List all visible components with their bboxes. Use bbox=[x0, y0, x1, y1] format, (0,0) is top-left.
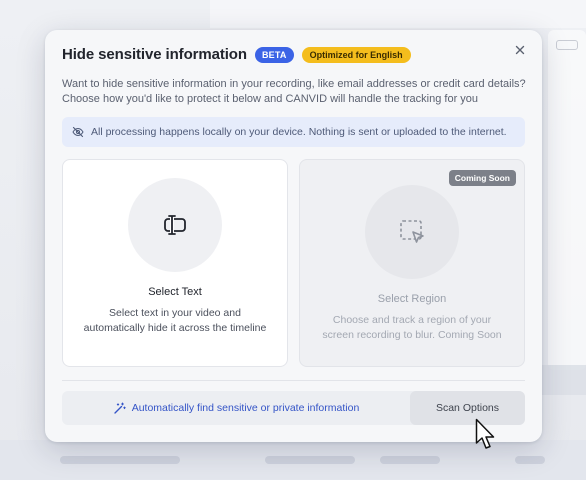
text-cursor-icon bbox=[164, 215, 186, 235]
select-text-option[interactable]: Select Text Select text in your video an… bbox=[62, 159, 288, 367]
background-timeline-track bbox=[265, 456, 355, 464]
coming-soon-badge: Coming Soon bbox=[448, 170, 516, 186]
description-line: Choose how you'd like to protect it belo… bbox=[62, 93, 479, 105]
background-mini-control bbox=[556, 40, 578, 50]
footer-bar: Automatically find sensitive or private … bbox=[62, 391, 525, 425]
close-icon bbox=[515, 45, 525, 55]
option-title: Select Text bbox=[148, 286, 202, 298]
privacy-notice: All processing happens locally on your d… bbox=[62, 117, 525, 147]
hide-sensitive-info-dialog: Hide sensitive information BETA Optimize… bbox=[45, 30, 542, 442]
option-icon-circle bbox=[365, 185, 459, 279]
privacy-notice-text: All processing happens locally on your d… bbox=[91, 126, 507, 138]
scan-options-button[interactable]: Scan Options bbox=[410, 391, 525, 425]
background-timeline-track bbox=[60, 456, 180, 464]
background-panel bbox=[548, 30, 586, 370]
region-select-icon bbox=[400, 220, 424, 243]
auto-find-label: Automatically find sensitive or private … bbox=[131, 402, 360, 414]
mouse-pointer-icon bbox=[475, 418, 495, 449]
background-toolbar bbox=[210, 0, 586, 28]
background-timeline-track bbox=[380, 456, 440, 464]
option-description: Choose and track a region of your screen… bbox=[322, 314, 502, 341]
description-line: Want to hide sensitive information in yo… bbox=[62, 78, 526, 90]
option-title: Select Region bbox=[377, 293, 447, 305]
background-timeline-track bbox=[515, 456, 545, 464]
optimized-badge: Optimized for English bbox=[301, 46, 411, 63]
option-description: Select text in your video and automatica… bbox=[83, 307, 267, 334]
background-side-strip bbox=[542, 365, 586, 395]
beta-badge: BETA bbox=[254, 46, 294, 63]
close-button[interactable] bbox=[510, 40, 530, 60]
magic-wand-icon bbox=[113, 402, 126, 414]
auto-find-sensitive-button[interactable]: Automatically find sensitive or private … bbox=[62, 391, 410, 425]
option-icon-circle bbox=[128, 178, 222, 272]
dialog-header: Hide sensitive information BETA Optimize… bbox=[62, 46, 411, 63]
dialog-title: Hide sensitive information bbox=[62, 46, 247, 63]
select-region-option: Coming Soon Select Region Choose and tra… bbox=[299, 159, 525, 367]
eye-off-icon bbox=[72, 126, 84, 138]
divider bbox=[62, 380, 525, 381]
dialog-description: Want to hide sensitive information in yo… bbox=[62, 77, 532, 107]
